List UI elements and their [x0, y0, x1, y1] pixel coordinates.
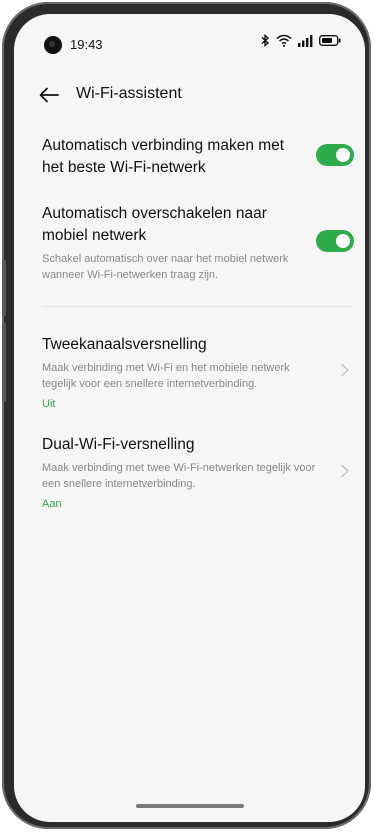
setting-title: Dual-Wi-Fi-versnelling	[42, 436, 195, 453]
chevron-right-icon[interactable]	[339, 464, 351, 478]
side-button	[2, 322, 6, 402]
back-arrow-icon[interactable]	[38, 84, 60, 106]
auto-connect-best-wifi-toggle[interactable]	[316, 144, 354, 166]
setting-title: Automatisch overschakelen naar mobiel ne…	[42, 205, 267, 244]
status-icons	[261, 34, 341, 47]
chevron-right-icon[interactable]	[339, 363, 351, 377]
bluetooth-icon	[261, 34, 270, 47]
setting-auto-switch-mobile[interactable]: Automatisch overschakelen naar mobiel ne…	[42, 203, 352, 283]
signal-icon	[298, 34, 313, 47]
camera-icon	[44, 36, 62, 54]
setting-dual-wifi[interactable]: Dual-Wi-Fi-versnelling Maak verbinding m…	[42, 434, 352, 512]
toggle-knob	[336, 234, 350, 248]
screen: 19:43 Wi-Fi-assistent Automatisch verbin…	[14, 14, 365, 822]
setting-description: Maak verbinding met Wi-Fi en het mobiele…	[42, 362, 290, 390]
setting-status: Aan	[42, 498, 62, 510]
battery-icon	[319, 35, 341, 46]
page-title: Wi-Fi-assistent	[76, 85, 182, 102]
setting-status: Uit	[42, 398, 56, 410]
home-indicator[interactable]	[136, 804, 244, 808]
setting-auto-connect-best-wifi[interactable]: Automatisch verbinding maken met het bes…	[42, 135, 352, 179]
app-header: Wi-Fi-assistent	[14, 78, 365, 114]
status-time: 19:43	[70, 37, 103, 52]
wifi-icon	[276, 34, 292, 47]
setting-description: Maak verbinding met twee Wi-Fi-netwerken…	[42, 462, 316, 490]
setting-dual-channel[interactable]: Tweekanaalsversnelling Maak verbinding m…	[42, 334, 352, 412]
toggle-knob	[336, 148, 350, 162]
status-bar: 19:43	[14, 14, 365, 66]
setting-title: Automatisch verbinding maken met het bes…	[42, 137, 285, 176]
setting-description: Schakel automatisch over naar het mobiel…	[42, 253, 289, 281]
section-divider	[42, 306, 352, 307]
phone-frame: 19:43 Wi-Fi-assistent Automatisch verbin…	[2, 2, 371, 829]
auto-switch-mobile-toggle[interactable]	[316, 230, 354, 252]
side-button	[2, 260, 6, 316]
setting-title: Tweekanaalsversnelling	[42, 336, 207, 353]
